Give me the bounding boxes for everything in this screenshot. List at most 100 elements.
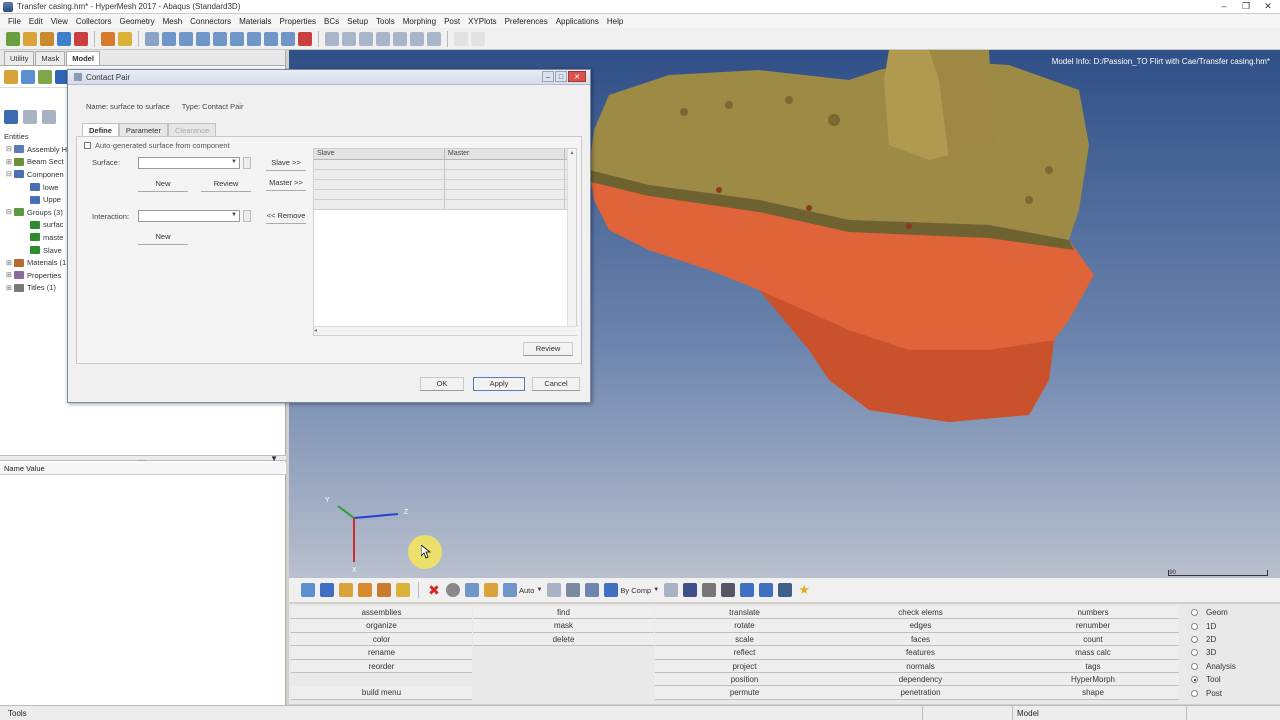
dependency-button[interactable]: dependency	[834, 672, 1007, 687]
menu-connectors[interactable]: Connectors	[186, 17, 235, 26]
list-review-button[interactable]: Review	[523, 342, 573, 356]
lighting-icon[interactable]	[566, 583, 581, 597]
numbers-button[interactable]: numbers	[1007, 606, 1179, 620]
list-vertical-scrollbar[interactable]: ▴	[567, 149, 576, 327]
translate-button[interactable]: translate	[655, 606, 834, 620]
rotate-right-icon[interactable]	[410, 31, 424, 46]
view-cube-icon[interactable]	[298, 31, 312, 46]
expand-toggle-icon[interactable]: ⊞	[6, 284, 14, 292]
page-radio-1d[interactable]: 1D	[1191, 619, 1236, 632]
page-radio-2d[interactable]: 2D	[1191, 633, 1236, 646]
star-icon[interactable]: ★	[797, 583, 811, 597]
pan-hand-icon[interactable]	[359, 31, 373, 46]
slave-master-list[interactable]: Slave Master ▴ ◂	[313, 148, 578, 336]
folder-icon[interactable]	[118, 31, 132, 46]
delete-icon[interactable]: ✖	[427, 583, 441, 597]
radio-button[interactable]	[1191, 662, 1198, 670]
page-radio-tool[interactable]: Tool	[1191, 673, 1236, 686]
delete-button[interactable]: delete	[473, 632, 654, 647]
dialog-close-button[interactable]: ✕	[568, 71, 586, 82]
tags-button[interactable]: tags	[1007, 659, 1179, 673]
auto-generated-checkbox[interactable]: Auto-generated surface from component	[84, 141, 230, 150]
isolate-icon[interactable]	[396, 583, 410, 597]
solid-icon[interactable]	[683, 583, 698, 597]
expand-toggle-icon[interactable]: ⊟	[6, 208, 14, 216]
view-iso-icon[interactable]	[196, 31, 210, 46]
ok-button[interactable]: OK	[420, 377, 464, 391]
view-front-icon[interactable]	[230, 31, 244, 46]
radio-button[interactable]	[1191, 609, 1198, 617]
radio-button[interactable]	[1191, 622, 1198, 630]
menu-properties[interactable]: Properties	[276, 17, 320, 26]
page-radio-post[interactable]: Post	[1191, 686, 1236, 699]
zoom-in-icon[interactable]	[342, 31, 356, 46]
tab-utility[interactable]: Utility	[4, 51, 35, 65]
folder-icon[interactable]	[4, 69, 18, 84]
redo-icon[interactable]	[471, 31, 485, 46]
menu-preferences[interactable]: Preferences	[501, 17, 552, 26]
curve-icon[interactable]	[547, 583, 562, 597]
list-horizontal-scrollbar[interactable]: ◂	[314, 326, 578, 335]
reverse-icon[interactable]	[377, 583, 391, 597]
features-button[interactable]: features	[834, 646, 1007, 660]
permute-button[interactable]: permute	[655, 686, 834, 700]
organize-button[interactable]: organize	[291, 619, 472, 633]
list-row[interactable]	[314, 190, 576, 200]
display-icon[interactable]	[320, 583, 334, 597]
edges-button[interactable]: edges	[834, 619, 1007, 633]
zoom-icon[interactable]	[145, 31, 159, 46]
element-icon[interactable]	[740, 583, 755, 597]
expand-toggle-icon[interactable]: ⊞	[6, 271, 14, 279]
tab-model[interactable]: Model	[66, 51, 100, 65]
show-icon[interactable]	[23, 110, 37, 124]
shading-dropdown[interactable]: Auto ▼	[503, 583, 542, 597]
menu-morphing[interactable]: Morphing	[399, 17, 440, 26]
find-button[interactable]: find	[473, 606, 654, 620]
menu-help[interactable]: Help	[603, 17, 627, 26]
surface-combo[interactable]: ▼	[138, 157, 240, 169]
menu-setup[interactable]: Setup	[343, 17, 372, 26]
menu-materials[interactable]: Materials	[235, 17, 275, 26]
assembly-icon[interactable]	[38, 69, 52, 84]
box-icon[interactable]	[585, 583, 600, 597]
rename-button[interactable]: rename	[291, 646, 472, 660]
arrow-left-icon[interactable]	[162, 31, 176, 46]
menu-file[interactable]: File	[4, 17, 25, 26]
monitor-icon[interactable]	[778, 583, 793, 597]
undo-icon[interactable]	[454, 31, 468, 46]
normals-button[interactable]: normals	[834, 659, 1007, 673]
mass-calc-button[interactable]: mass calc	[1007, 646, 1179, 660]
component-color-icon[interactable]	[301, 583, 315, 597]
expand-toggle-icon[interactable]: ⊟	[6, 170, 14, 178]
panel-splitter[interactable]: .... ▼	[0, 454, 286, 463]
radio-button[interactable]	[1191, 649, 1198, 657]
scale-button[interactable]: scale	[655, 632, 834, 647]
cube-shade-icon[interactable]	[465, 583, 479, 597]
reflect-button[interactable]: reflect	[655, 646, 834, 660]
radio-button[interactable]	[1191, 635, 1198, 643]
surface-review-button[interactable]: Review	[201, 178, 251, 192]
menu-view[interactable]: View	[47, 17, 72, 26]
zoom-window-icon[interactable]	[325, 31, 339, 46]
fit-view-icon[interactable]	[179, 31, 193, 46]
menu-geometry[interactable]: Geometry	[115, 17, 158, 26]
radio-button[interactable]	[1191, 689, 1198, 697]
tab-mask[interactable]: Mask	[35, 51, 66, 65]
menu-tools[interactable]: Tools	[372, 17, 399, 26]
spin-icon[interactable]	[427, 31, 441, 46]
expand-toggle-icon[interactable]: ⊞	[6, 259, 14, 267]
line-icon[interactable]	[702, 583, 717, 597]
menu-post[interactable]: Post	[440, 17, 464, 26]
remove-button[interactable]: << Remove	[266, 210, 306, 224]
normals-icon[interactable]	[759, 583, 774, 597]
assemblies-button[interactable]: assemblies	[291, 606, 472, 620]
import-icon[interactable]	[57, 31, 71, 46]
menu-xyplots[interactable]: XYPlots	[464, 17, 500, 26]
view-bottom-icon[interactable]	[264, 31, 278, 46]
menu-collectors[interactable]: Collectors	[72, 17, 116, 26]
export-icon[interactable]	[74, 31, 88, 46]
restore-button[interactable]: ❐	[1240, 1, 1252, 12]
count-button[interactable]: count	[1007, 632, 1179, 647]
menu-applications[interactable]: Applications	[552, 17, 603, 26]
check-elems-button[interactable]: check elems	[834, 606, 1007, 620]
